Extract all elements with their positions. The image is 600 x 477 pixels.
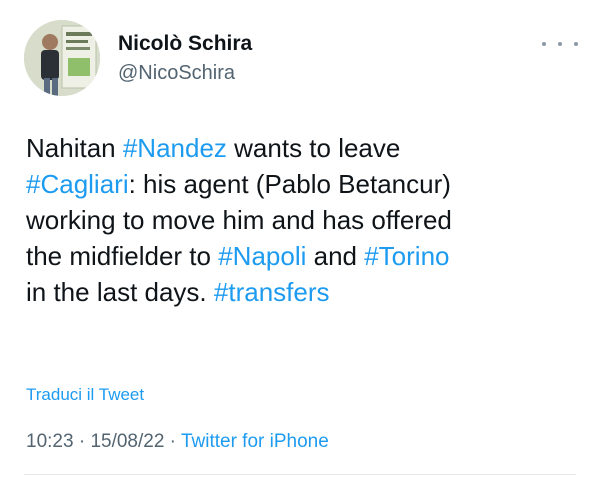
author-handle[interactable]: @NicoSchira [118,62,235,85]
dot [558,42,562,46]
tweet-text-segment: the midfielder to [26,241,219,271]
meta-separator: · [73,431,91,452]
tweet-text-line: Nahitan #Nandez wants to leave [26,130,586,166]
meta-separator: · [164,431,181,452]
tweet-text-segment: and [306,241,365,271]
hashtag-link[interactable]: #Cagliari [26,169,129,199]
tweet-source-link[interactable]: Twitter for iPhone [181,431,329,452]
tweet-text-line: in the last days. #transfers [26,274,586,310]
tweet-card: Nicolò Schira @NicoSchira Nahitan #Nande… [0,0,600,477]
hashtag-link[interactable]: #Torino [364,241,449,271]
tweet-text-segment: in the last days. [26,277,214,307]
hashtag-link[interactable]: #Nandez [123,133,227,163]
tweet-meta: 10:23 · 15/08/22 · Twitter for iPhone [26,431,329,453]
tweet-text-segment: Nahitan [26,133,123,163]
hashtag-link[interactable]: #Napoli [218,241,306,271]
dot [574,42,578,46]
tweet-text: Nahitan #Nandez wants to leave #Cagliari:… [26,130,586,310]
tweet-text-segment: : his agent (Pablo Betancur) [128,169,451,199]
tweet-time[interactable]: 10:23 [26,431,74,452]
more-options-icon[interactable] [542,36,578,52]
divider [24,474,576,475]
avatar[interactable] [24,20,100,96]
tweet-text-line: #Cagliari: his agent (Pablo Betancur) [26,166,586,202]
avatar-photo [24,20,100,96]
dot [542,42,546,46]
hashtag-link[interactable]: #transfers [214,277,330,307]
tweet-date[interactable]: 15/08/22 [90,431,164,452]
translate-tweet-link[interactable]: Traduci il Tweet [26,385,144,405]
tweet-text-line: the midfielder to #Napoli and #Torino [26,238,586,274]
tweet-text-segment: working to move him and has offered [26,205,452,235]
tweet-text-line: working to move him and has offered [26,202,586,238]
tweet-text-segment: wants to leave [226,133,401,163]
author-name[interactable]: Nicolò Schira [118,32,252,56]
